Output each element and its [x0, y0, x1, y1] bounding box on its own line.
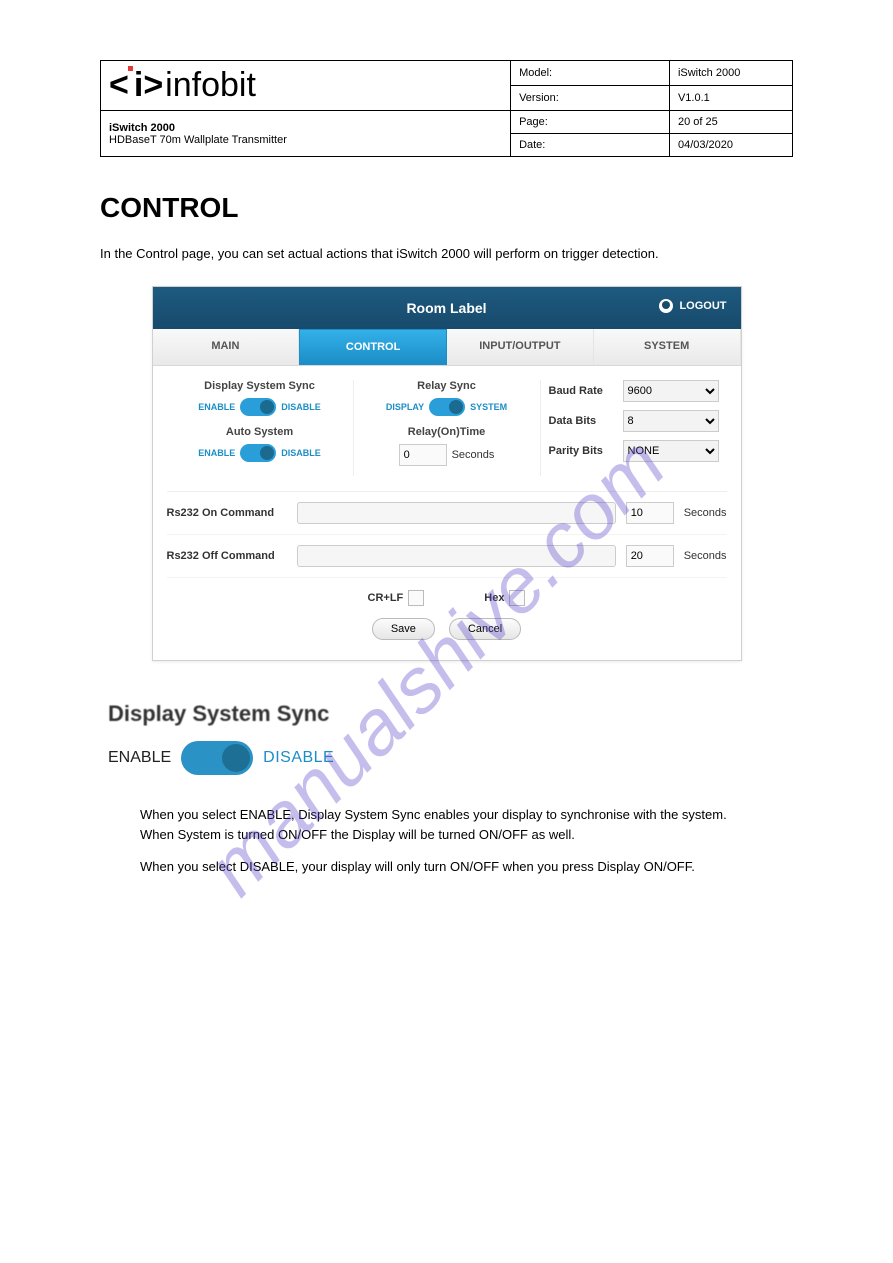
- hex-checkbox[interactable]: [509, 590, 525, 606]
- logout-button[interactable]: LOGOUT: [659, 299, 726, 313]
- webui-header: Room Label LOGOUT: [153, 287, 741, 329]
- room-label-title: Room Label: [406, 300, 486, 316]
- auto-system-title: Auto System: [175, 426, 345, 438]
- relay-seconds-label: Seconds: [452, 449, 495, 461]
- product-line1: iSwitch 2000: [109, 122, 502, 134]
- rs232-off-seconds-input[interactable]: [626, 545, 674, 567]
- product-line2: HDBaseT 70m Wallplate Transmitter: [109, 134, 502, 146]
- document-header-table: <i>infobit Model: iSwitch 2000 Version: …: [100, 60, 793, 157]
- relay-display-text: DISPLAY: [386, 402, 424, 412]
- col-relay: Relay Sync DISPLAY SYSTEM Relay(On)Time …: [354, 380, 541, 476]
- baud-select[interactable]: 9600: [623, 380, 719, 402]
- hex-label: Hex: [484, 592, 504, 604]
- relay-sync-toggle[interactable]: [429, 398, 465, 416]
- logo-cell: <i>infobit: [101, 61, 511, 111]
- model-label: Model:: [511, 61, 670, 86]
- page-label: Page:: [511, 111, 670, 134]
- relay-on-time-input[interactable]: [399, 444, 447, 466]
- explain-disable: When you select DISABLE, your display wi…: [140, 857, 753, 877]
- auto-disable-text: DISABLE: [281, 448, 321, 458]
- date-value: 04/03/2020: [669, 134, 792, 157]
- rs232-off-label: Rs232 Off Command: [167, 550, 287, 562]
- save-button[interactable]: Save: [372, 618, 435, 640]
- user-icon: [659, 299, 673, 313]
- rs232-off-input[interactable]: [297, 545, 616, 567]
- relay-on-time-title: Relay(On)Time: [362, 426, 532, 438]
- tab-main[interactable]: MAIN: [153, 329, 300, 365]
- rs232-on-seconds-label: Seconds: [684, 507, 727, 519]
- tab-system[interactable]: SYSTEM: [594, 329, 741, 365]
- infobit-logo: <i>infobit: [109, 66, 256, 104]
- section-intro: In the Control page, you can set actual …: [100, 244, 793, 264]
- zoom-title: Display System Sync: [108, 701, 382, 727]
- zoom-toggle[interactable]: [181, 741, 253, 775]
- rs232-on-seconds-input[interactable]: [626, 502, 674, 524]
- zoom-enable-text: ENABLE: [108, 749, 171, 767]
- zoom-disable-text: DISABLE: [263, 749, 334, 767]
- hex-group: Hex: [484, 590, 525, 606]
- display-sync-title: Display System Sync: [175, 380, 345, 392]
- toggle-enable-text: ENABLE: [198, 402, 235, 412]
- display-sync-toggle[interactable]: [240, 398, 276, 416]
- section-title: CONTROL: [100, 192, 793, 224]
- rs232-on-input[interactable]: [297, 502, 616, 524]
- relay-sync-title: Relay Sync: [362, 380, 532, 392]
- logout-text: LOGOUT: [679, 300, 726, 312]
- col-serial: Baud Rate 9600 Data Bits 8 Parity Bits N…: [541, 380, 727, 476]
- date-label: Date:: [511, 134, 670, 157]
- relay-system-text: SYSTEM: [470, 402, 507, 412]
- crlf-checkbox[interactable]: [408, 590, 424, 606]
- baud-label: Baud Rate: [549, 385, 617, 397]
- zoom-display-sync: Display System Sync ENABLE DISABLE: [100, 696, 390, 793]
- parity-select[interactable]: NONE: [623, 440, 719, 462]
- data-bits-label: Data Bits: [549, 415, 617, 427]
- logo-dot: [128, 66, 133, 71]
- page-value: 20 of 25: [669, 111, 792, 134]
- data-bits-select[interactable]: 8: [623, 410, 719, 432]
- product-cell: iSwitch 2000 HDBaseT 70m Wallplate Trans…: [101, 111, 511, 157]
- col-display-sync: Display System Sync ENABLE DISABLE Auto …: [167, 380, 354, 476]
- webui-panel: Room Label LOGOUT MAIN CONTROL INPUT/OUT…: [152, 286, 742, 661]
- rs232-off-seconds-label: Seconds: [684, 550, 727, 562]
- auto-system-toggle[interactable]: [240, 444, 276, 462]
- crlf-group: CR+LF: [368, 590, 425, 606]
- version-label: Version:: [511, 86, 670, 111]
- toggle-disable-text: DISABLE: [281, 402, 321, 412]
- tab-control[interactable]: CONTROL: [299, 329, 447, 365]
- version-value: V1.0.1: [669, 86, 792, 111]
- crlf-label: CR+LF: [368, 592, 404, 604]
- parity-label: Parity Bits: [549, 445, 617, 457]
- explain-enable: When you select ENABLE, Display System S…: [140, 805, 753, 845]
- cancel-button[interactable]: Cancel: [449, 618, 521, 640]
- auto-enable-text: ENABLE: [198, 448, 235, 458]
- model-value: iSwitch 2000: [669, 61, 792, 86]
- tab-input-output[interactable]: INPUT/OUTPUT: [447, 329, 594, 365]
- rs232-on-label: Rs232 On Command: [167, 507, 287, 519]
- webui-tab-bar: MAIN CONTROL INPUT/OUTPUT SYSTEM: [153, 329, 741, 366]
